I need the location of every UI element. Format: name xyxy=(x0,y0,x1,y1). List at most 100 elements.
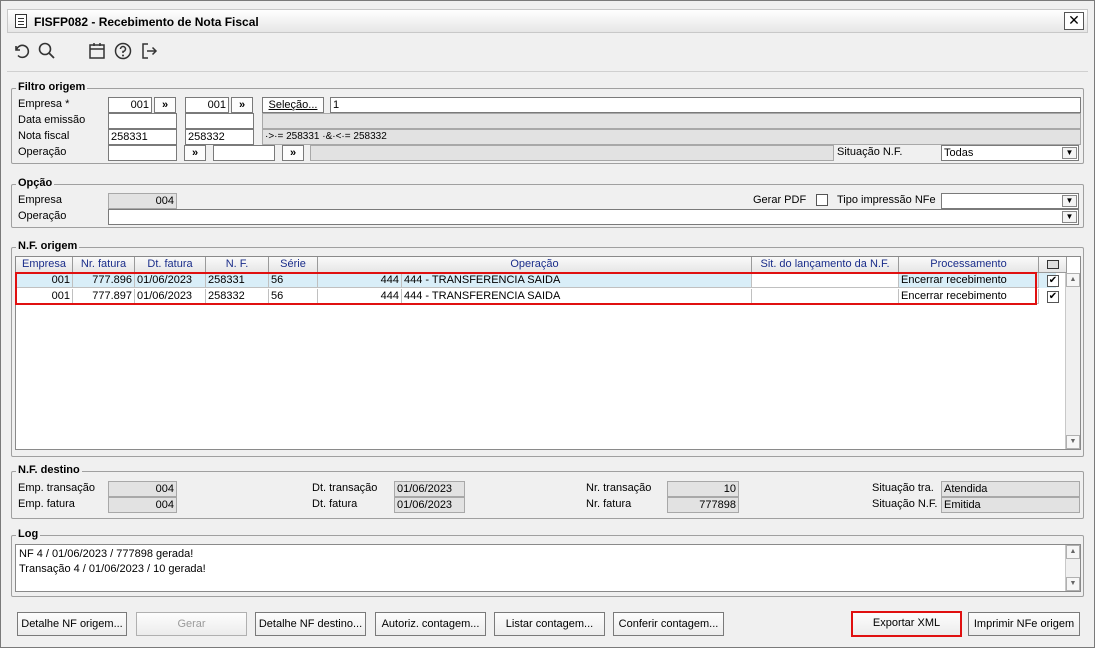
chevron-down-icon[interactable]: ▼ xyxy=(1062,195,1077,207)
nota-fiscal-label: Nota fiscal xyxy=(18,130,70,142)
document-icon xyxy=(15,14,27,28)
conferir-contagem-button[interactable]: Conferir contagem... xyxy=(613,612,724,636)
cell-dt-fatura: 01/06/2023 xyxy=(135,273,206,288)
nf-origem-title: N.F. origem xyxy=(16,240,80,252)
situacao-nf-label: Situação N.F. xyxy=(837,146,903,158)
calendar-icon[interactable] xyxy=(87,41,107,61)
data-emissao-from-input[interactable] xyxy=(108,113,177,129)
selecao-button[interactable]: Seleção... xyxy=(262,97,324,113)
situacao-nf-select[interactable]: Todas ▼ xyxy=(941,145,1079,161)
col-sit-lancamento[interactable]: Sit. do lançamento da N.F. xyxy=(752,257,899,273)
nota-fiscal-to-input[interactable]: 258332 xyxy=(185,129,254,145)
dt-transacao-label: Dt. transação xyxy=(312,482,378,494)
opcao-operacao-label: Operação xyxy=(18,210,67,222)
col-nr-fatura[interactable]: Nr. fatura xyxy=(73,257,135,273)
emp-transacao-label: Emp. transação xyxy=(18,482,96,494)
exit-icon[interactable] xyxy=(139,41,159,61)
cell-serie: 56 xyxy=(269,273,318,288)
scroll-down-icon[interactable]: ▼ xyxy=(1066,577,1080,591)
data-emissao-to-input[interactable] xyxy=(185,113,254,129)
gerar-pdf-label: Gerar PDF xyxy=(753,194,807,206)
listar-contagem-button[interactable]: Listar contagem... xyxy=(494,612,605,636)
scroll-up-icon[interactable]: ▲ xyxy=(1066,273,1080,287)
chevron-down-icon[interactable]: ▼ xyxy=(1062,147,1077,159)
autoriz-contagem-button[interactable]: Autoriz. contagem... xyxy=(375,612,486,636)
col-processamento[interactable]: Processamento xyxy=(899,257,1039,273)
title-bar: FISFP082 - Recebimento de Nota Fiscal ✕ xyxy=(7,9,1088,33)
empresa-to-input[interactable]: 001 xyxy=(185,97,229,113)
emp-transacao-value: 004 xyxy=(108,481,177,497)
window-title: FISFP082 - Recebimento de Nota Fiscal xyxy=(34,15,259,29)
nf-origem-grid: Empresa Nr. fatura Dt. fatura N. F. Séri… xyxy=(15,256,1081,450)
tipo-impressao-label: Tipo impressão NFe xyxy=(837,194,936,206)
search-icon[interactable] xyxy=(37,41,57,61)
cell-empresa: 001 xyxy=(16,273,73,288)
col-dt-fatura[interactable]: Dt. fatura xyxy=(135,257,206,273)
nota-fiscal-from-input[interactable]: 258331 xyxy=(108,129,177,145)
operacao-label: Operação xyxy=(18,146,67,158)
grid-scrollbar[interactable]: ▲ ▼ xyxy=(1065,273,1080,449)
select-all-icon[interactable] xyxy=(1046,260,1059,269)
operacao-from-lookup-button[interactable]: » xyxy=(184,145,206,161)
col-operacao[interactable]: Operação xyxy=(318,257,752,273)
empresa-to-lookup-button[interactable]: » xyxy=(231,97,253,113)
nota-fiscal-desc: ·>·= 258331 ·&·<·= 258332 xyxy=(262,129,1081,145)
close-button[interactable]: ✕ xyxy=(1064,12,1084,30)
gerar-button[interactable]: Gerar xyxy=(136,612,247,636)
cell-op-code: 444 xyxy=(318,289,402,304)
log-textarea[interactable]: NF 4 / 01/06/2023 / 777898 gerada! Trans… xyxy=(15,544,1081,592)
col-nf[interactable]: N. F. xyxy=(206,257,269,273)
emp-fatura-label: Emp. fatura xyxy=(18,498,75,510)
log-scrollbar[interactable]: ▲ ▼ xyxy=(1065,545,1080,591)
data-emissao-desc xyxy=(262,113,1081,129)
chevron-down-icon[interactable]: ▼ xyxy=(1062,211,1077,223)
dt-fatura-value: 01/06/2023 xyxy=(394,497,465,513)
col-empresa[interactable]: Empresa xyxy=(16,257,73,273)
opcao-empresa-input: 004 xyxy=(108,193,177,209)
row-checkbox[interactable]: ✔ xyxy=(1047,291,1059,303)
grid-header: Empresa Nr. fatura Dt. fatura N. F. Séri… xyxy=(16,257,1080,273)
scroll-down-icon[interactable]: ▼ xyxy=(1066,435,1080,449)
nr-fatura-value: 777898 xyxy=(667,497,739,513)
cell-processamento: Encerrar recebimento xyxy=(899,289,1039,304)
scroll-up-icon[interactable]: ▲ xyxy=(1066,545,1080,559)
detalhe-nf-destino-button[interactable]: Detalhe NF destino... xyxy=(255,612,366,636)
filtro-origem-title: Filtro origem xyxy=(16,81,88,93)
table-row[interactable]: 001 777.896 01/06/2023 258331 56 444 444… xyxy=(16,273,1056,288)
cell-sit xyxy=(752,273,899,288)
opcao-operacao-select[interactable]: ▼ xyxy=(108,209,1079,225)
exportar-xml-button[interactable]: Exportar XML xyxy=(851,611,962,637)
tipo-impressao-select[interactable]: ▼ xyxy=(941,193,1079,209)
help-icon[interactable] xyxy=(113,41,133,61)
gerar-pdf-checkbox[interactable] xyxy=(816,194,828,206)
cell-dt-fatura: 01/06/2023 xyxy=(135,289,206,304)
imprimir-nfe-origem-button[interactable]: Imprimir NFe origem xyxy=(968,612,1080,636)
col-select-all[interactable] xyxy=(1039,257,1067,273)
empresa-from-lookup-button[interactable]: » xyxy=(154,97,176,113)
situacao-nf-dest-label: Situação N.F. xyxy=(872,498,938,510)
col-serie[interactable]: Série xyxy=(269,257,318,273)
dt-fatura-label: Dt. fatura xyxy=(312,498,358,510)
cell-op-code: 444 xyxy=(318,273,402,288)
situacao-nf-dest-value: Emitida xyxy=(941,497,1080,513)
situacao-tra-value: Atendida xyxy=(941,481,1080,497)
cell-empresa: 001 xyxy=(16,289,73,304)
log-title: Log xyxy=(16,528,41,540)
log-line: Transação 4 / 01/06/2023 / 10 gerada! xyxy=(19,563,206,575)
operacao-to-lookup-button[interactable]: » xyxy=(282,145,304,161)
selecao-input[interactable]: 1 xyxy=(330,97,1081,113)
empresa-from-input[interactable]: 001 xyxy=(108,97,152,113)
toolbar xyxy=(7,37,1088,67)
cell-serie: 56 xyxy=(269,289,318,304)
operacao-from-input[interactable] xyxy=(108,145,177,161)
nr-fatura-label: Nr. fatura xyxy=(586,498,632,510)
toolbar-separator xyxy=(7,71,1088,72)
undo-icon[interactable] xyxy=(11,41,31,61)
detalhe-nf-origem-button[interactable]: Detalhe NF origem... xyxy=(17,612,127,636)
operacao-to-input[interactable] xyxy=(213,145,275,161)
table-row[interactable]: 001 777.897 01/06/2023 258332 56 444 444… xyxy=(16,289,1056,304)
app-window: FISFP082 - Recebimento de Nota Fiscal ✕ … xyxy=(0,0,1095,648)
nr-transacao-value: 10 xyxy=(667,481,739,497)
row-checkbox[interactable]: ✔ xyxy=(1047,275,1059,287)
cell-nf: 258332 xyxy=(206,289,269,304)
